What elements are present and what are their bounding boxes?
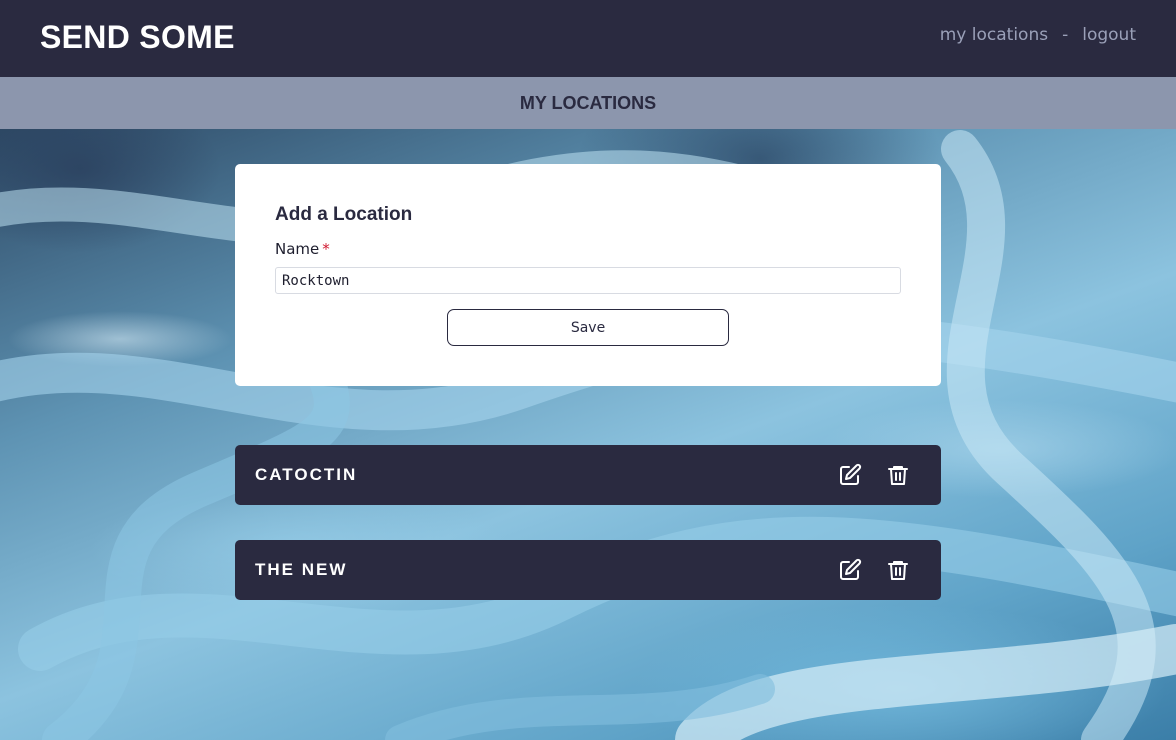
top-navbar: SEND SOME my locations - logout: [0, 0, 1176, 77]
page-header: MY LOCATIONS: [0, 77, 1176, 129]
location-name-input[interactable]: [275, 267, 901, 294]
name-label: Name *: [275, 240, 330, 258]
required-asterisk: *: [322, 240, 330, 258]
trash-icon[interactable]: [886, 558, 910, 582]
location-row: CATOCTIN: [235, 445, 941, 505]
brand-logo[interactable]: SEND SOME: [40, 19, 235, 56]
trash-icon[interactable]: [886, 463, 910, 487]
save-button[interactable]: Save: [447, 309, 729, 346]
nav-separator: -: [1062, 25, 1069, 45]
top-nav: my locations - logout: [940, 25, 1136, 45]
nav-my-locations-link[interactable]: my locations: [940, 25, 1048, 45]
location-name: THE NEW: [255, 560, 348, 579]
edit-icon[interactable]: [838, 463, 862, 487]
name-label-text: Name: [275, 240, 320, 258]
nav-logout-link[interactable]: logout: [1082, 25, 1136, 45]
location-row: THE NEW: [235, 540, 941, 600]
location-name: CATOCTIN: [255, 465, 358, 484]
add-location-card: Add a Location Name* Save: [235, 164, 941, 386]
edit-icon[interactable]: [838, 558, 862, 582]
page-title: MY LOCATIONS: [519, 93, 657, 113]
form-title: Add a Location: [275, 204, 413, 225]
